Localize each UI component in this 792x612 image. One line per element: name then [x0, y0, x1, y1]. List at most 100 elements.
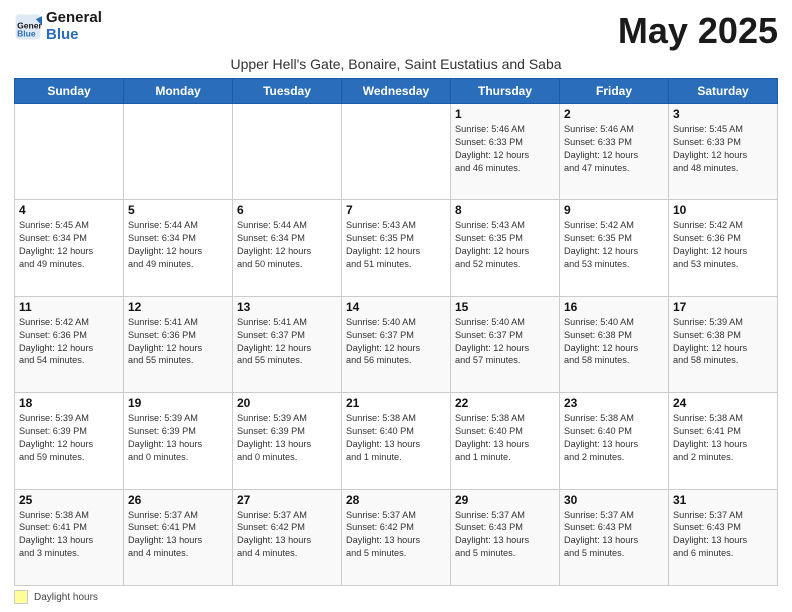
day-number: 14 [346, 300, 446, 314]
day-info: Sunrise: 5:42 AM Sunset: 6:36 PM Dayligh… [19, 316, 119, 368]
cell-week4-day0: 18 Sunrise: 5:39 AM Sunset: 6:39 PM Dayli… [15, 393, 124, 489]
legend: Daylight hours [14, 590, 778, 604]
cell-week2-day2: 6Sunrise: 5:44 AM Sunset: 6:34 PM Daylig… [233, 200, 342, 296]
day-number: 7 [346, 203, 446, 217]
cell-week1-day2 [233, 104, 342, 200]
day-info: Sunrise: 5:37 AM Sunset: 6:41 PM Dayligh… [128, 509, 228, 561]
day-number: 2 [564, 107, 664, 121]
cell-week3-day5: 16 Sunrise: 5:40 AM Sunset: 6:38 PM Dayli… [560, 296, 669, 392]
cell-week4-day6: 24 Sunrise: 5:38 AM Sunset: 6:41 PM Dayli… [669, 393, 778, 489]
cell-week4-day1: 19Sunrise: 5:39 AM Sunset: 6:39 PM Dayli… [124, 393, 233, 489]
subtitle: Upper Hell's Gate, Bonaire, Saint Eustat… [14, 56, 778, 72]
day-number: 9 [564, 203, 664, 217]
day-number: 27 [237, 493, 337, 507]
cell-week4-day3: 21Sunrise: 5:38 AM Sunset: 6:40 PM Dayli… [342, 393, 451, 489]
top-header: General Blue General Blue May 2025 [14, 10, 778, 52]
cell-week2-day3: 7Sunrise: 5:43 AM Sunset: 6:35 PM Daylig… [342, 200, 451, 296]
cell-week2-day1: 5Sunrise: 5:44 AM Sunset: 6:34 PM Daylig… [124, 200, 233, 296]
cell-week1-day3 [342, 104, 451, 200]
logo-icon: General Blue [14, 13, 42, 41]
day-info: Sunrise: 5:40 AM Sunset: 6:38 PM Dayligh… [564, 316, 664, 368]
weekday-wednesday: Wednesday [342, 79, 451, 104]
week-row-4: 18 Sunrise: 5:39 AM Sunset: 6:39 PM Dayli… [15, 393, 778, 489]
day-info: Sunrise: 5:38 AM Sunset: 6:40 PM Dayligh… [346, 412, 446, 464]
cell-week5-day2: 27 Sunrise: 5:37 AM Sunset: 6:42 PM Dayli… [233, 489, 342, 585]
cell-week1-day1 [124, 104, 233, 200]
day-number: 8 [455, 203, 555, 217]
day-number: 12 [128, 300, 228, 314]
day-info: Sunrise: 5:37 AM Sunset: 6:42 PM Dayligh… [237, 509, 337, 561]
cell-week4-day5: 23 Sunrise: 5:38 AM Sunset: 6:40 PM Dayli… [560, 393, 669, 489]
cell-week4-day2: 20 Sunrise: 5:39 AM Sunset: 6:39 PM Dayli… [233, 393, 342, 489]
svg-text:Blue: Blue [17, 28, 36, 38]
day-info: Sunrise: 5:38 AM Sunset: 6:41 PM Dayligh… [19, 509, 119, 561]
logo-text: General Blue [46, 10, 102, 43]
day-number: 11 [19, 300, 119, 314]
day-number: 22 [455, 396, 555, 410]
cell-week5-day0: 25Sunrise: 5:38 AM Sunset: 6:41 PM Dayli… [15, 489, 124, 585]
day-number: 4 [19, 203, 119, 217]
day-info: Sunrise: 5:39 AM Sunset: 6:39 PM Dayligh… [128, 412, 228, 464]
cell-week5-day5: 30Sunrise: 5:37 AM Sunset: 6:43 PM Dayli… [560, 489, 669, 585]
day-info: Sunrise: 5:37 AM Sunset: 6:43 PM Dayligh… [673, 509, 773, 561]
day-number: 20 [237, 396, 337, 410]
cell-week3-day6: 17 Sunrise: 5:39 AM Sunset: 6:38 PM Dayli… [669, 296, 778, 392]
day-info: Sunrise: 5:40 AM Sunset: 6:37 PM Dayligh… [346, 316, 446, 368]
day-info: Sunrise: 5:38 AM Sunset: 6:41 PM Dayligh… [673, 412, 773, 464]
day-number: 24 [673, 396, 773, 410]
cell-week2-day6: 10 Sunrise: 5:42 AM Sunset: 6:36 PM Dayli… [669, 200, 778, 296]
weekday-saturday: Saturday [669, 79, 778, 104]
day-number: 15 [455, 300, 555, 314]
day-info: Sunrise: 5:39 AM Sunset: 6:39 PM Dayligh… [19, 412, 119, 464]
day-info: Sunrise: 5:38 AM Sunset: 6:40 PM Dayligh… [564, 412, 664, 464]
day-info: Sunrise: 5:37 AM Sunset: 6:42 PM Dayligh… [346, 509, 446, 561]
cell-week3-day2: 13Sunrise: 5:41 AM Sunset: 6:37 PM Dayli… [233, 296, 342, 392]
day-info: Sunrise: 5:37 AM Sunset: 6:43 PM Dayligh… [564, 509, 664, 561]
cell-week1-day0 [15, 104, 124, 200]
day-number: 1 [455, 107, 555, 121]
day-info: Sunrise: 5:42 AM Sunset: 6:36 PM Dayligh… [673, 219, 773, 271]
cell-week2-day0: 4 Sunrise: 5:45 AM Sunset: 6:34 PM Daylig… [15, 200, 124, 296]
cell-week3-day3: 14 Sunrise: 5:40 AM Sunset: 6:37 PM Dayli… [342, 296, 451, 392]
cell-week1-day6: 3 Sunrise: 5:45 AM Sunset: 6:33 PM Daylig… [669, 104, 778, 200]
cell-week5-day4: 29Sunrise: 5:37 AM Sunset: 6:43 PM Dayli… [451, 489, 560, 585]
week-row-3: 11 Sunrise: 5:42 AM Sunset: 6:36 PM Dayli… [15, 296, 778, 392]
day-info: Sunrise: 5:38 AM Sunset: 6:40 PM Dayligh… [455, 412, 555, 464]
day-number: 17 [673, 300, 773, 314]
day-info: Sunrise: 5:40 AM Sunset: 6:37 PM Dayligh… [455, 316, 555, 368]
cell-week2-day4: 8Sunrise: 5:43 AM Sunset: 6:35 PM Daylig… [451, 200, 560, 296]
calendar-table: SundayMondayTuesdayWednesdayThursdayFrid… [14, 78, 778, 586]
weekday-header-row: SundayMondayTuesdayWednesdayThursdayFrid… [15, 79, 778, 104]
day-number: 10 [673, 203, 773, 217]
day-number: 31 [673, 493, 773, 507]
day-number: 18 [19, 396, 119, 410]
week-row-2: 4 Sunrise: 5:45 AM Sunset: 6:34 PM Daylig… [15, 200, 778, 296]
cell-week4-day4: 22 Sunrise: 5:38 AM Sunset: 6:40 PM Dayli… [451, 393, 560, 489]
cell-week1-day4: 1Sunrise: 5:46 AM Sunset: 6:33 PM Daylig… [451, 104, 560, 200]
day-number: 26 [128, 493, 228, 507]
cell-week5-day6: 31 Sunrise: 5:37 AM Sunset: 6:43 PM Dayli… [669, 489, 778, 585]
day-info: Sunrise: 5:41 AM Sunset: 6:36 PM Dayligh… [128, 316, 228, 368]
cell-week3-day0: 11 Sunrise: 5:42 AM Sunset: 6:36 PM Dayli… [15, 296, 124, 392]
day-number: 3 [673, 107, 773, 121]
month-title: May 2025 [618, 10, 778, 52]
day-number: 16 [564, 300, 664, 314]
weekday-tuesday: Tuesday [233, 79, 342, 104]
cell-week3-day1: 12 Sunrise: 5:41 AM Sunset: 6:36 PM Dayli… [124, 296, 233, 392]
weekday-friday: Friday [560, 79, 669, 104]
cell-week1-day5: 2 Sunrise: 5:46 AM Sunset: 6:33 PM Daylig… [560, 104, 669, 200]
day-info: Sunrise: 5:46 AM Sunset: 6:33 PM Dayligh… [564, 123, 664, 175]
day-info: Sunrise: 5:44 AM Sunset: 6:34 PM Dayligh… [237, 219, 337, 271]
cell-week5-day1: 26 Sunrise: 5:37 AM Sunset: 6:41 PM Dayli… [124, 489, 233, 585]
day-info: Sunrise: 5:39 AM Sunset: 6:38 PM Dayligh… [673, 316, 773, 368]
day-info: Sunrise: 5:39 AM Sunset: 6:39 PM Dayligh… [237, 412, 337, 464]
day-info: Sunrise: 5:44 AM Sunset: 6:34 PM Dayligh… [128, 219, 228, 271]
day-number: 23 [564, 396, 664, 410]
weekday-sunday: Sunday [15, 79, 124, 104]
week-row-5: 25Sunrise: 5:38 AM Sunset: 6:41 PM Dayli… [15, 489, 778, 585]
day-info: Sunrise: 5:45 AM Sunset: 6:33 PM Dayligh… [673, 123, 773, 175]
day-info: Sunrise: 5:45 AM Sunset: 6:34 PM Dayligh… [19, 219, 119, 271]
weekday-monday: Monday [124, 79, 233, 104]
day-info: Sunrise: 5:42 AM Sunset: 6:35 PM Dayligh… [564, 219, 664, 271]
week-row-1: 1 Sunrise: 5:46 AM Sunset: 6:33 PM Daylig… [15, 104, 778, 200]
